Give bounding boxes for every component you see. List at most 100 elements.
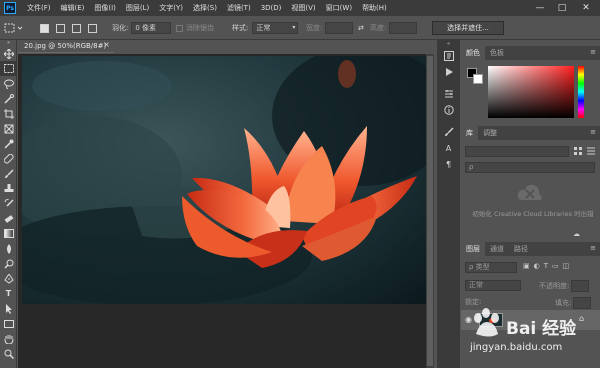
panel-menu-icon[interactable]: ≡ [590,48,596,56]
grid-view-icon[interactable] [573,146,583,156]
history-brush-tool[interactable] [0,196,17,211]
color-panel-tabs: 颜色 色板 ≡ [461,46,600,60]
character-panel-button[interactable]: A [437,140,460,156]
frame-tool[interactable] [0,121,17,136]
tab-layers[interactable]: 图层 [461,242,485,256]
list-view-icon[interactable] [586,146,596,156]
add-selection-button[interactable] [56,22,65,34]
filter-shape-icon[interactable]: ▭ [552,262,559,270]
pen-icon [3,273,14,284]
layer-filter-icons: ▣ ◐ T ▭ ◫ [523,262,569,270]
library-search-input[interactable]: ρ [465,162,595,173]
actions-panel-button[interactable] [437,64,460,80]
tab-color[interactable]: 颜色 [461,46,485,60]
marquee-tool[interactable] [0,61,17,76]
menu-bar: Ps 文件(F) 编辑(E) 图像(I) 图层(L) 文字(Y) 选择(S) 滤… [0,0,600,16]
tab-adjustments[interactable]: 调整 [478,126,502,140]
swap-dimensions-button[interactable]: ⇄ [358,22,364,34]
minimize-button[interactable]: — [530,0,550,16]
subtract-selection-button[interactable] [72,22,81,34]
eyedropper-tool[interactable] [0,136,17,151]
paragraph-panel-button[interactable]: ¶ [437,156,460,172]
type-tool[interactable]: T [0,286,17,301]
character-icon: A [445,143,452,153]
healing-tool[interactable] [0,151,17,166]
marquee-preset-picker[interactable] [4,22,24,34]
dock-expand-icon[interactable]: « [437,40,460,48]
filter-smart-icon[interactable]: ◫ [563,262,570,270]
maximize-button[interactable]: □ [552,0,572,16]
document-tab[interactable]: 20.jpg @ 50%(RGB/8#) × [18,40,114,53]
hue-slider[interactable] [578,66,584,118]
tab-channels[interactable]: 通道 [485,242,509,256]
lotus-photo[interactable] [22,56,426,304]
menu-file[interactable]: 文件(F) [22,3,56,13]
tab-paths[interactable]: 路径 [509,242,533,256]
brush-settings-button[interactable] [437,124,460,140]
scrollbar-thumb[interactable] [427,56,433,366]
menu-type[interactable]: 文字(Y) [154,3,188,13]
baidu-brand-text: Bai 经验 [506,319,577,339]
blend-mode-select[interactable]: 正常 [465,280,521,291]
library-select[interactable] [465,146,569,157]
style-control: 样式: 正常 ▾ [232,22,299,34]
hand-tool[interactable] [0,331,17,346]
menu-layer[interactable]: 图层(L) [121,3,154,13]
stamp-tool[interactable] [0,181,17,196]
properties-panel-button[interactable] [437,86,460,102]
menu-image[interactable]: 图像(I) [89,3,121,13]
height-input[interactable] [389,22,418,34]
eraser-tool[interactable] [0,211,17,226]
tab-libraries[interactable]: 库 [461,126,478,140]
lock-label: 锁定: [465,298,482,306]
close-tab-icon[interactable]: × [103,40,110,49]
lock-control: 锁定: [465,297,481,307]
crop-tool[interactable] [0,106,17,121]
antialias-checkbox[interactable]: 消除锯齿 [176,22,214,34]
intersect-selection-button[interactable] [88,22,97,34]
layer-filter-select[interactable]: ρ 类型 [465,262,517,273]
select-and-mask-button[interactable]: 选择并遮住... [432,21,504,35]
info-panel-button[interactable] [437,102,460,118]
filter-adjust-icon[interactable]: ◐ [534,262,540,270]
menu-window[interactable]: 窗口(W) [321,3,357,13]
style-select[interactable]: 正常 ▾ [252,22,299,34]
menu-edit[interactable]: 编辑(E) [56,3,90,13]
filter-pixel-icon[interactable]: ▣ [523,262,530,270]
filter-type-icon[interactable]: T [544,262,548,270]
pen-tool[interactable] [0,271,17,286]
height-label: 高度: [370,24,387,32]
shape-tool[interactable] [0,316,17,331]
blur-tool[interactable] [0,241,17,256]
path-select-tool[interactable] [0,301,17,316]
background-color-swatch[interactable] [473,74,483,84]
menu-view[interactable]: 视图(V) [286,3,320,13]
shape-icon [3,319,14,328]
tab-swatches[interactable]: 色板 [485,46,509,60]
width-input[interactable] [325,22,354,34]
cloud-sync-icon[interactable]: ☁ [573,230,580,238]
menu-help[interactable]: 帮助(H) [357,3,392,13]
close-window-button[interactable]: ✕ [576,0,596,16]
quick-select-tool[interactable] [0,91,17,106]
color-field[interactable] [488,66,574,118]
new-selection-button[interactable] [40,22,49,34]
menu-filter[interactable]: 滤镜(T) [222,3,256,13]
brush-tool[interactable] [0,166,17,181]
lasso-tool[interactable] [0,76,17,91]
chevron-down-icon: ▾ [292,24,296,31]
dodge-tool[interactable] [0,256,17,271]
move-tool[interactable] [0,46,17,61]
style-label: 样式: [232,24,249,32]
opacity-input[interactable] [571,280,590,292]
menu-select[interactable]: 选择(S) [188,3,222,13]
panel-menu-icon[interactable]: ≡ [590,128,596,136]
menu-3d[interactable]: 3D(D) [256,4,287,12]
panel-menu-icon[interactable]: ≡ [590,244,596,252]
history-panel-button[interactable] [437,48,460,64]
tools-panel: » T [0,40,17,368]
feather-input[interactable]: 0 像素 [131,22,172,34]
info-icon [443,105,454,115]
gradient-tool[interactable] [0,226,17,241]
zoom-tool[interactable] [0,346,17,361]
